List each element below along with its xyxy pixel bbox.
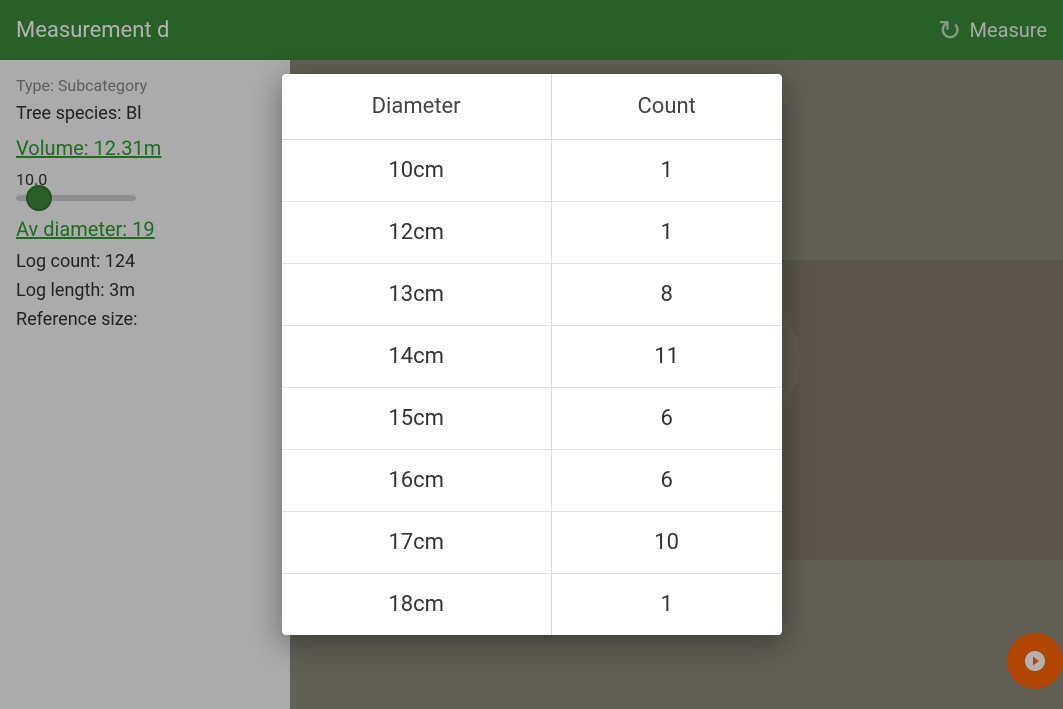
table-header-diameter: Diameter bbox=[282, 74, 552, 140]
table-cell-diameter: 17cm bbox=[282, 512, 552, 574]
table-cell-count: 1 bbox=[551, 202, 781, 264]
table-cell-diameter: 18cm bbox=[282, 574, 552, 636]
table-cell-count: 8 bbox=[551, 264, 781, 326]
diameter-count-table: Diameter Count 10cm112cm113cm814cm1115cm… bbox=[282, 74, 782, 635]
table-cell-count: 6 bbox=[551, 450, 781, 512]
table-row: 18cm1 bbox=[282, 574, 782, 636]
table-cell-count: 6 bbox=[551, 388, 781, 450]
table-cell-diameter: 16cm bbox=[282, 450, 552, 512]
table-row: 17cm10 bbox=[282, 512, 782, 574]
table-cell-count: 1 bbox=[551, 574, 781, 636]
table-row: 13cm8 bbox=[282, 264, 782, 326]
table-cell-count: 1 bbox=[551, 140, 781, 202]
table-cell-count: 11 bbox=[551, 326, 781, 388]
table-cell-diameter: 14cm bbox=[282, 326, 552, 388]
table-row: 15cm6 bbox=[282, 388, 782, 450]
table-row: 10cm1 bbox=[282, 140, 782, 202]
table-row: 16cm6 bbox=[282, 450, 782, 512]
table-row: 12cm1 bbox=[282, 202, 782, 264]
table-cell-diameter: 13cm bbox=[282, 264, 552, 326]
modal-overlay[interactable]: Diameter Count 10cm112cm113cm814cm1115cm… bbox=[0, 0, 1063, 709]
table-cell-diameter: 12cm bbox=[282, 202, 552, 264]
table-row: 14cm11 bbox=[282, 326, 782, 388]
table-cell-diameter: 15cm bbox=[282, 388, 552, 450]
table-cell-count: 10 bbox=[551, 512, 781, 574]
table-cell-diameter: 10cm bbox=[282, 140, 552, 202]
diameter-count-dialog: Diameter Count 10cm112cm113cm814cm1115cm… bbox=[282, 74, 782, 635]
table-header-count: Count bbox=[551, 74, 781, 140]
